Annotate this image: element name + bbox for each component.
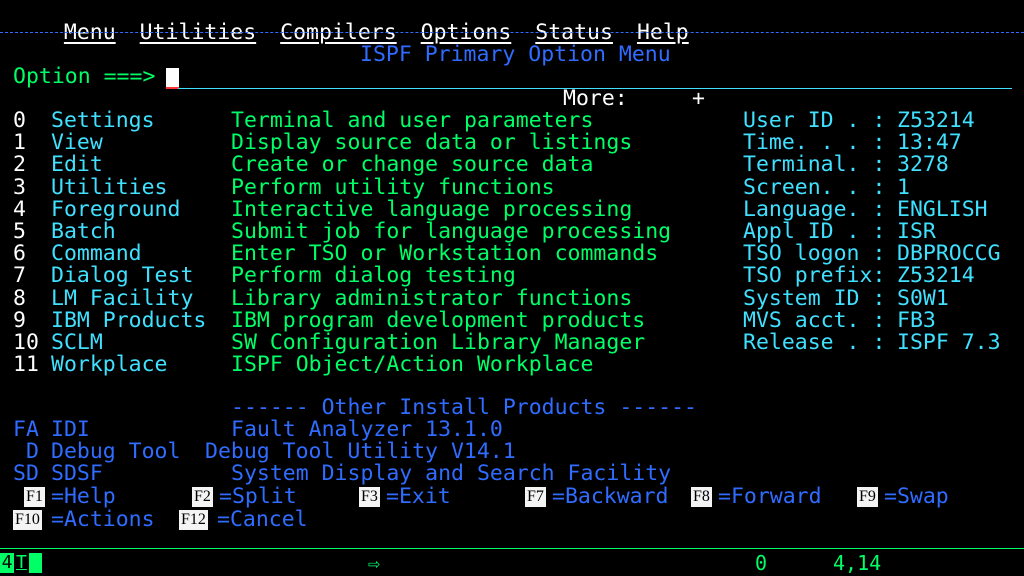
option-description: Create or change source data <box>231 152 594 178</box>
product-name-debug-tool[interactable]: Debug Tool <box>51 440 180 463</box>
info-label: Language. : <box>743 196 886 222</box>
key-f9-label: =Swap <box>884 484 949 509</box>
oia-counter: 0 <box>755 551 768 575</box>
option-description: Library administrator functions <box>231 285 633 311</box>
key-f10-label: =Actions <box>51 507 155 532</box>
key-f2-cap: F2 <box>192 487 213 507</box>
option-number[interactable]: 7 <box>13 265 26 287</box>
product-code-d[interactable]: D <box>26 440 39 463</box>
info-value: 1 <box>897 174 910 200</box>
option-number[interactable]: 9 <box>13 309 26 332</box>
key-f3-cap: F3 <box>359 487 380 507</box>
option-name[interactable]: Batch <box>51 220 116 243</box>
option-number[interactable]: 10 <box>13 331 39 354</box>
option-description: Interactive language processing <box>231 196 633 222</box>
option-name[interactable]: SCLM <box>51 331 103 354</box>
info-label: MVS acct. : <box>743 307 886 333</box>
info-value: ISPF 7.3 <box>897 330 1001 355</box>
oia-indicator: 4 T <box>0 553 42 573</box>
product-desc-fa: Fault Analyzer 13.1.0 <box>231 417 503 442</box>
option-number[interactable]: 1 <box>13 131 26 154</box>
oia-block <box>29 553 42 573</box>
option-number[interactable]: 5 <box>13 220 26 243</box>
option-description: SW Configuration Library Manager <box>231 330 646 355</box>
product-name-idi[interactable]: IDI <box>51 418 90 441</box>
option-number[interactable]: 2 <box>13 154 26 176</box>
info-value: S0W1 <box>897 285 949 311</box>
key-f12-label: =Cancel <box>217 507 308 532</box>
info-value: 13:47 <box>897 130 962 156</box>
info-value: ISR <box>897 219 936 244</box>
key-f8-label: =Forward <box>718 484 822 509</box>
key-f12-cap: F12 <box>179 510 208 530</box>
menu-separator <box>0 32 1024 34</box>
oia-indicator-num: 4 <box>0 552 14 573</box>
option-description: Perform dialog testing <box>231 263 516 289</box>
info-label: System ID : <box>743 285 886 311</box>
info-value: Z53214 <box>897 108 975 133</box>
info-label: TSO logon : <box>743 241 886 267</box>
option-name[interactable]: Dialog Test <box>51 265 193 287</box>
option-number[interactable]: 0 <box>13 109 26 132</box>
text-cursor <box>166 68 179 87</box>
info-label: Screen. . : <box>743 174 886 200</box>
option-description: Enter TSO or Workstation commands <box>231 241 659 267</box>
info-label: User ID . : <box>743 108 886 133</box>
info-label: TSO prefix: <box>743 263 886 289</box>
option-name[interactable]: LM Facility <box>51 287 193 310</box>
oia-arrow-icon: ⇨ <box>368 551 381 575</box>
option-label: Option ===> <box>13 64 156 89</box>
product-code-sd[interactable]: SD <box>13 462 39 485</box>
option-number[interactable]: 6 <box>13 242 26 265</box>
oia-cursor-position: 4,14 <box>833 551 882 575</box>
key-f7-label: =Backward <box>552 484 669 509</box>
option-name[interactable]: Workplace <box>51 353 168 376</box>
option-description: Perform utility functions <box>231 174 555 200</box>
option-name[interactable]: Edit <box>51 154 103 176</box>
option-number[interactable]: 8 <box>13 287 26 310</box>
key-f7-cap: F7 <box>525 487 546 507</box>
product-desc-d: Debug Tool Utility V14.1 <box>205 439 516 464</box>
option-description: Terminal and user parameters <box>231 108 594 133</box>
info-label: Time. . . : <box>743 130 886 156</box>
info-value: FB3 <box>897 307 936 333</box>
option-name[interactable]: IBM Products <box>51 309 206 332</box>
info-label: Appl ID . : <box>743 219 886 244</box>
key-f8-cap: F8 <box>691 487 712 507</box>
key-f3-label: =Exit <box>386 484 451 509</box>
option-description: ISPF Object/Action Workplace <box>231 352 594 378</box>
menu-bar: Menu Utilities Compilers Options Status Help <box>38 0 713 44</box>
option-number[interactable]: 3 <box>13 176 26 199</box>
info-label: Release . : <box>743 330 886 355</box>
product-name-sdsf[interactable]: SDSF <box>51 462 103 485</box>
option-name[interactable]: View <box>51 131 103 154</box>
key-f10-cap: F10 <box>13 510 42 530</box>
key-f1-label: =Help <box>51 484 116 509</box>
info-value: ENGLISH <box>897 196 988 222</box>
option-description: IBM program development products <box>231 307 646 333</box>
other-products-header: ------ Other Install Products ------ <box>231 395 697 420</box>
option-number[interactable]: 11 <box>13 353 39 376</box>
more-label: More: <box>563 86 628 111</box>
info-label: Terminal. : <box>743 152 886 178</box>
option-number[interactable]: 4 <box>13 198 26 221</box>
info-value: Z53214 <box>897 263 975 289</box>
product-desc-sd: System Display and Search Facility <box>231 461 672 486</box>
more-plus[interactable]: + <box>692 87 705 110</box>
option-name[interactable]: Command <box>51 242 142 265</box>
option-name[interactable]: Utilities <box>51 176 168 199</box>
option-description: Display source data or listings <box>231 130 633 156</box>
oia-indicator-letter: T <box>16 552 27 573</box>
key-f2-label: =Split <box>219 484 297 509</box>
key-f9-cap: F9 <box>857 487 878 507</box>
product-code-fa[interactable]: FA <box>13 418 39 441</box>
option-description: Submit job for language processing <box>231 219 672 244</box>
info-value: 3278 <box>897 152 949 178</box>
oia-separator <box>0 548 1024 549</box>
key-f1-cap: F1 <box>24 487 45 507</box>
page-title: ISPF Primary Option Menu <box>360 42 671 67</box>
info-value: DBPROCCG <box>897 241 1001 267</box>
option-name[interactable]: Settings <box>51 109 155 132</box>
option-name[interactable]: Foreground <box>51 198 180 221</box>
